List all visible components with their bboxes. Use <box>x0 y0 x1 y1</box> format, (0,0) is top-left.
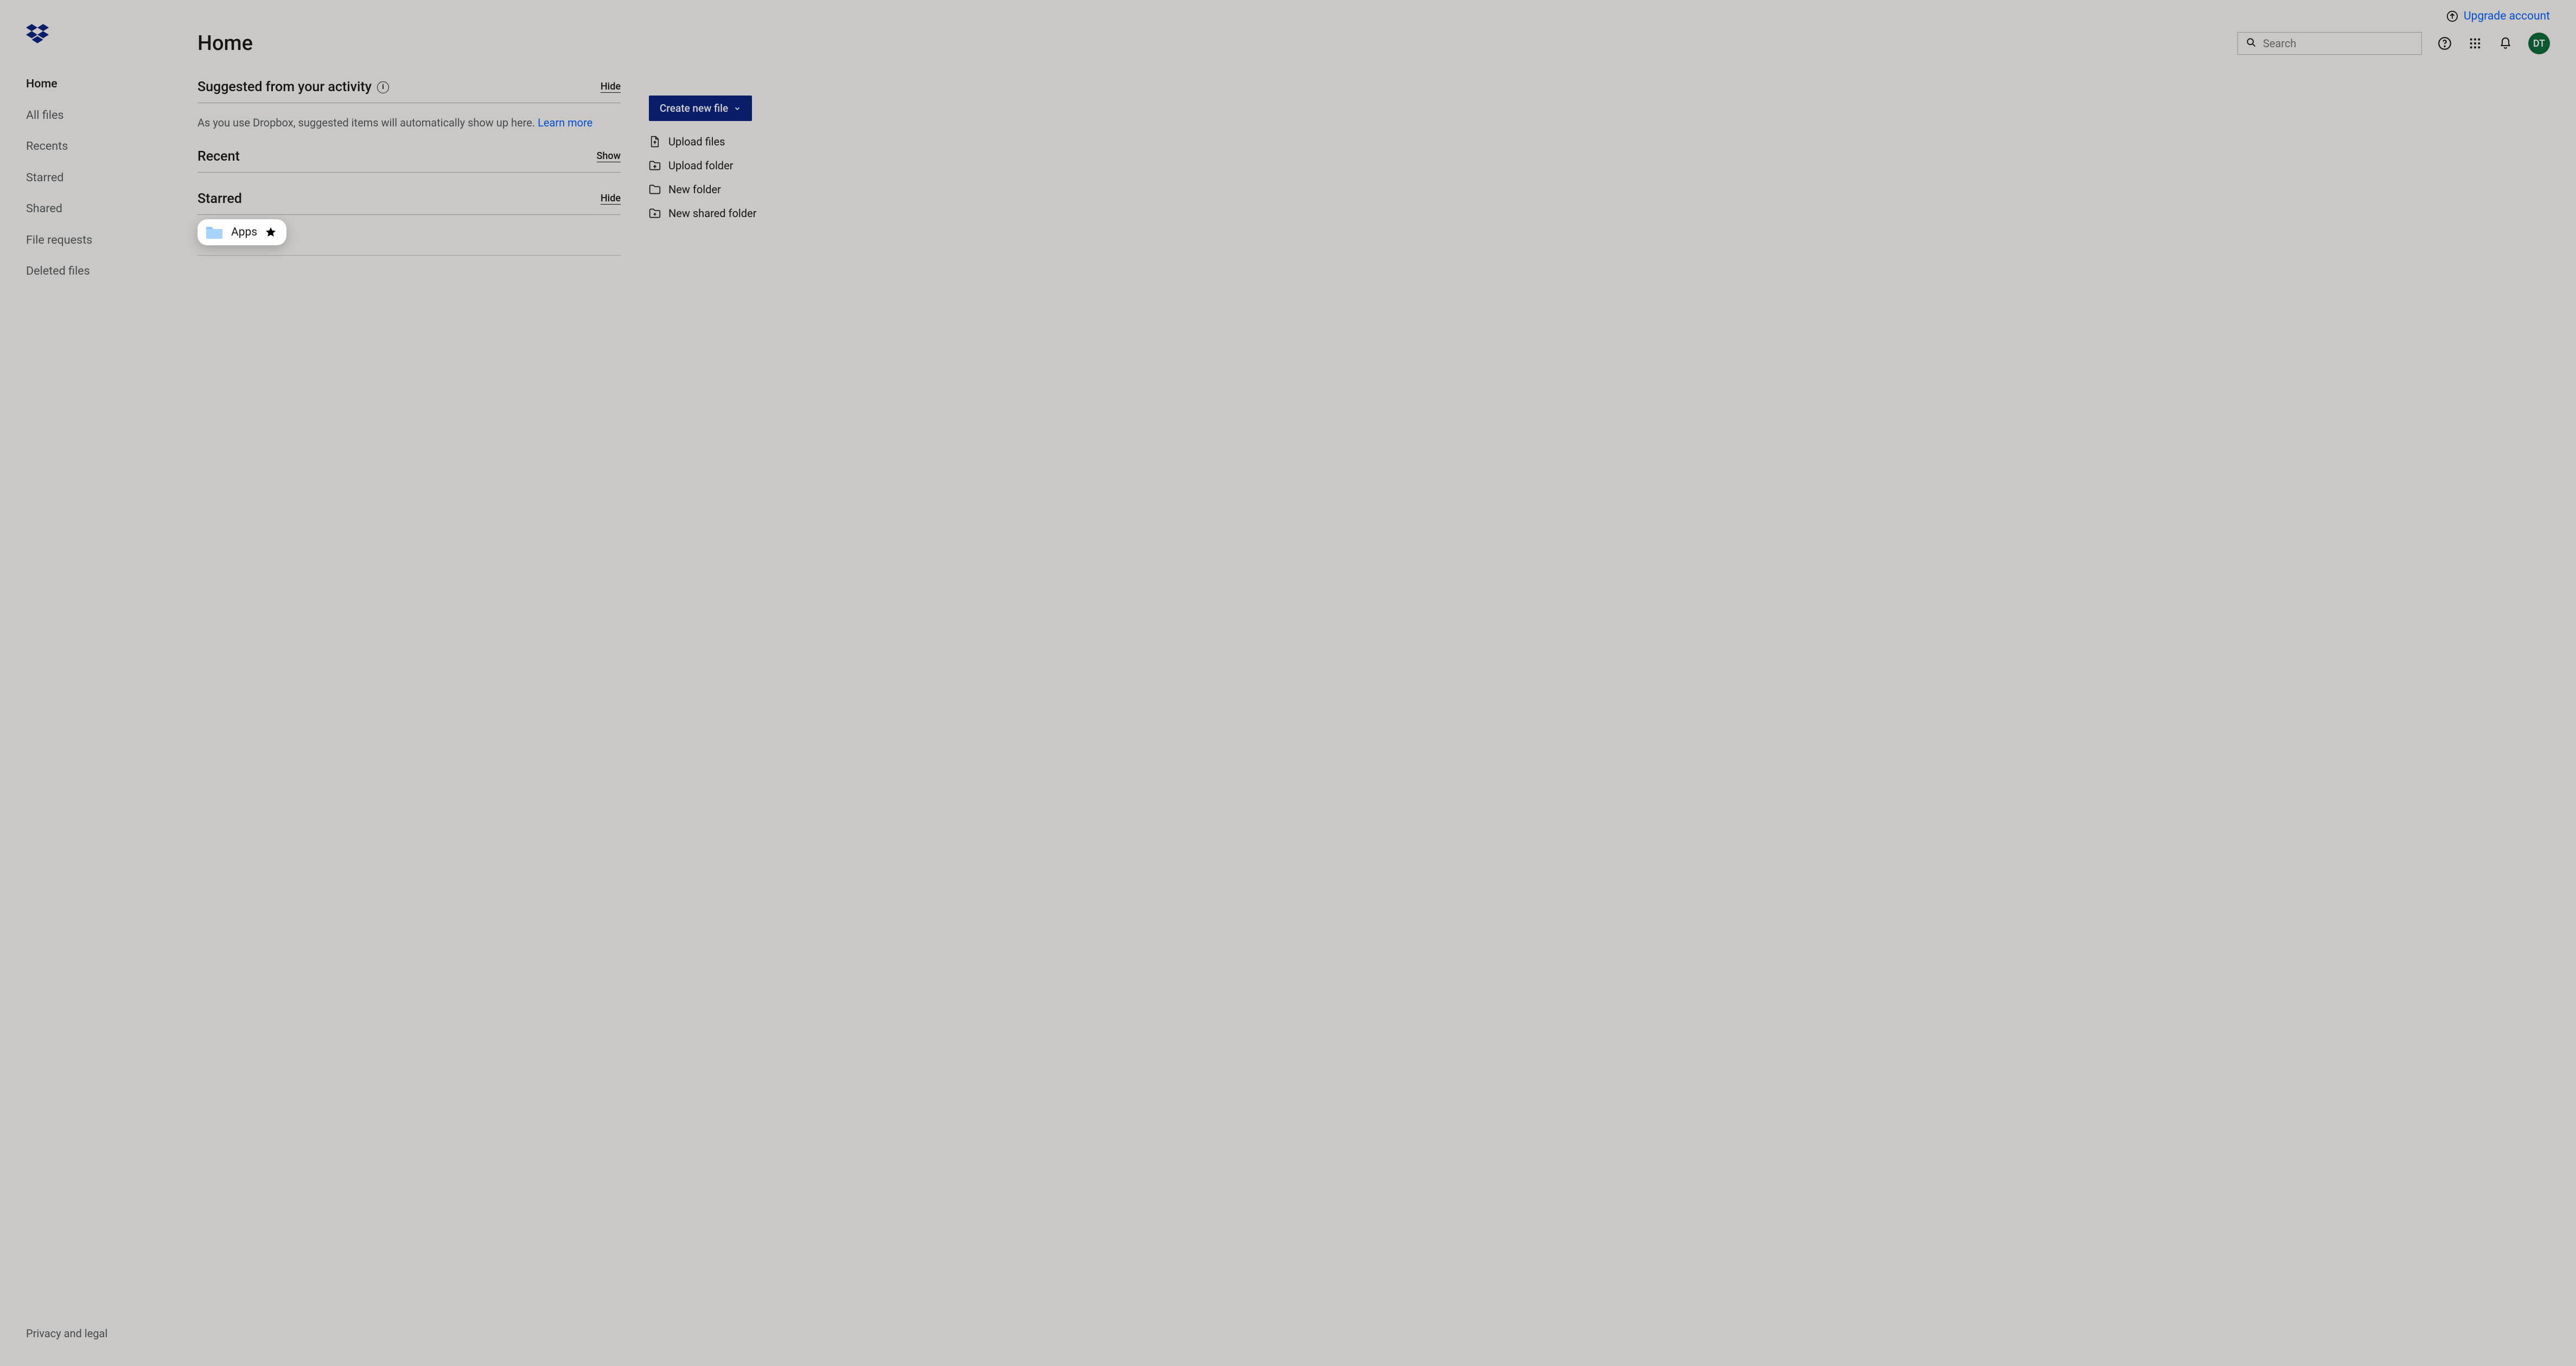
sidebar-item-starred[interactable]: Starred <box>26 172 169 184</box>
new-folder-label: New folder <box>668 183 721 196</box>
upload-folder-label: Upload folder <box>668 159 733 172</box>
page-title: Home <box>197 31 253 55</box>
upload-folder-button[interactable]: Upload folder <box>649 159 775 172</box>
learn-more-link[interactable]: Learn more <box>538 116 592 129</box>
search-input[interactable] <box>2263 37 2414 50</box>
upload-files-button[interactable]: Upload files <box>649 135 775 148</box>
recent-show-button[interactable]: Show <box>597 151 621 162</box>
suggested-title: Suggested from your activity <box>197 79 372 95</box>
upgrade-label: Upgrade account <box>2464 10 2550 23</box>
help-button[interactable] <box>2437 36 2452 51</box>
search-box[interactable] <box>2237 32 2422 55</box>
new-shared-folder-label: New shared folder <box>668 207 756 220</box>
upload-folder-icon <box>649 160 661 171</box>
upgrade-icon <box>2446 10 2458 22</box>
suggested-section: Suggested from your activity i Hide As y… <box>197 79 621 130</box>
star-icon[interactable] <box>265 226 277 238</box>
sidebar-item-file-requests[interactable]: File requests <box>26 234 169 246</box>
dropbox-logo[interactable] <box>0 16 169 43</box>
sidebar-nav: Home All files Recents Starred Shared Fi… <box>0 78 169 277</box>
upload-file-icon <box>649 136 661 148</box>
apps-grid-button[interactable] <box>2467 36 2483 51</box>
create-new-file-button[interactable]: Create new file <box>649 96 752 121</box>
recent-title: Recent <box>197 149 240 164</box>
search-icon <box>2246 37 2256 50</box>
sidebar-item-recents[interactable]: Recents <box>26 141 169 153</box>
new-folder-button[interactable]: New folder <box>649 183 775 196</box>
recent-section: Recent Show <box>197 149 621 173</box>
upload-files-label: Upload files <box>668 135 725 148</box>
privacy-legal-link[interactable]: Privacy and legal <box>0 1317 169 1353</box>
folder-icon <box>205 225 224 240</box>
upgrade-account-link[interactable]: Upgrade account <box>2446 10 2550 23</box>
sidebar: Home All files Recents Starred Shared Fi… <box>0 0 169 1366</box>
info-icon[interactable]: i <box>377 81 389 93</box>
sidebar-item-all-files[interactable]: All files <box>26 110 169 122</box>
folder-outline-icon <box>649 184 661 195</box>
starred-section: Starred Hide Apps <box>197 191 621 256</box>
shared-folder-icon <box>649 208 661 219</box>
main: Upgrade account Home <box>169 0 2576 1366</box>
sidebar-item-home[interactable]: Home <box>26 78 169 90</box>
starred-title: Starred <box>197 191 242 207</box>
create-new-file-label: Create new file <box>660 102 728 115</box>
quick-actions: Create new file Upload files <box>649 79 775 274</box>
notifications-button[interactable] <box>2498 36 2513 51</box>
suggested-note: As you use Dropbox, suggested items will… <box>197 103 621 130</box>
starred-hide-button[interactable]: Hide <box>601 193 621 205</box>
starred-item-label: Apps <box>231 226 257 239</box>
chevron-down-icon <box>734 105 741 112</box>
sidebar-item-shared[interactable]: Shared <box>26 203 169 215</box>
avatar[interactable]: DT <box>2528 33 2550 54</box>
new-shared-folder-button[interactable]: New shared folder <box>649 207 775 220</box>
sidebar-item-deleted-files[interactable]: Deleted files <box>26 265 169 277</box>
suggested-hide-button[interactable]: Hide <box>601 81 621 93</box>
starred-item-apps[interactable]: Apps <box>197 219 286 245</box>
